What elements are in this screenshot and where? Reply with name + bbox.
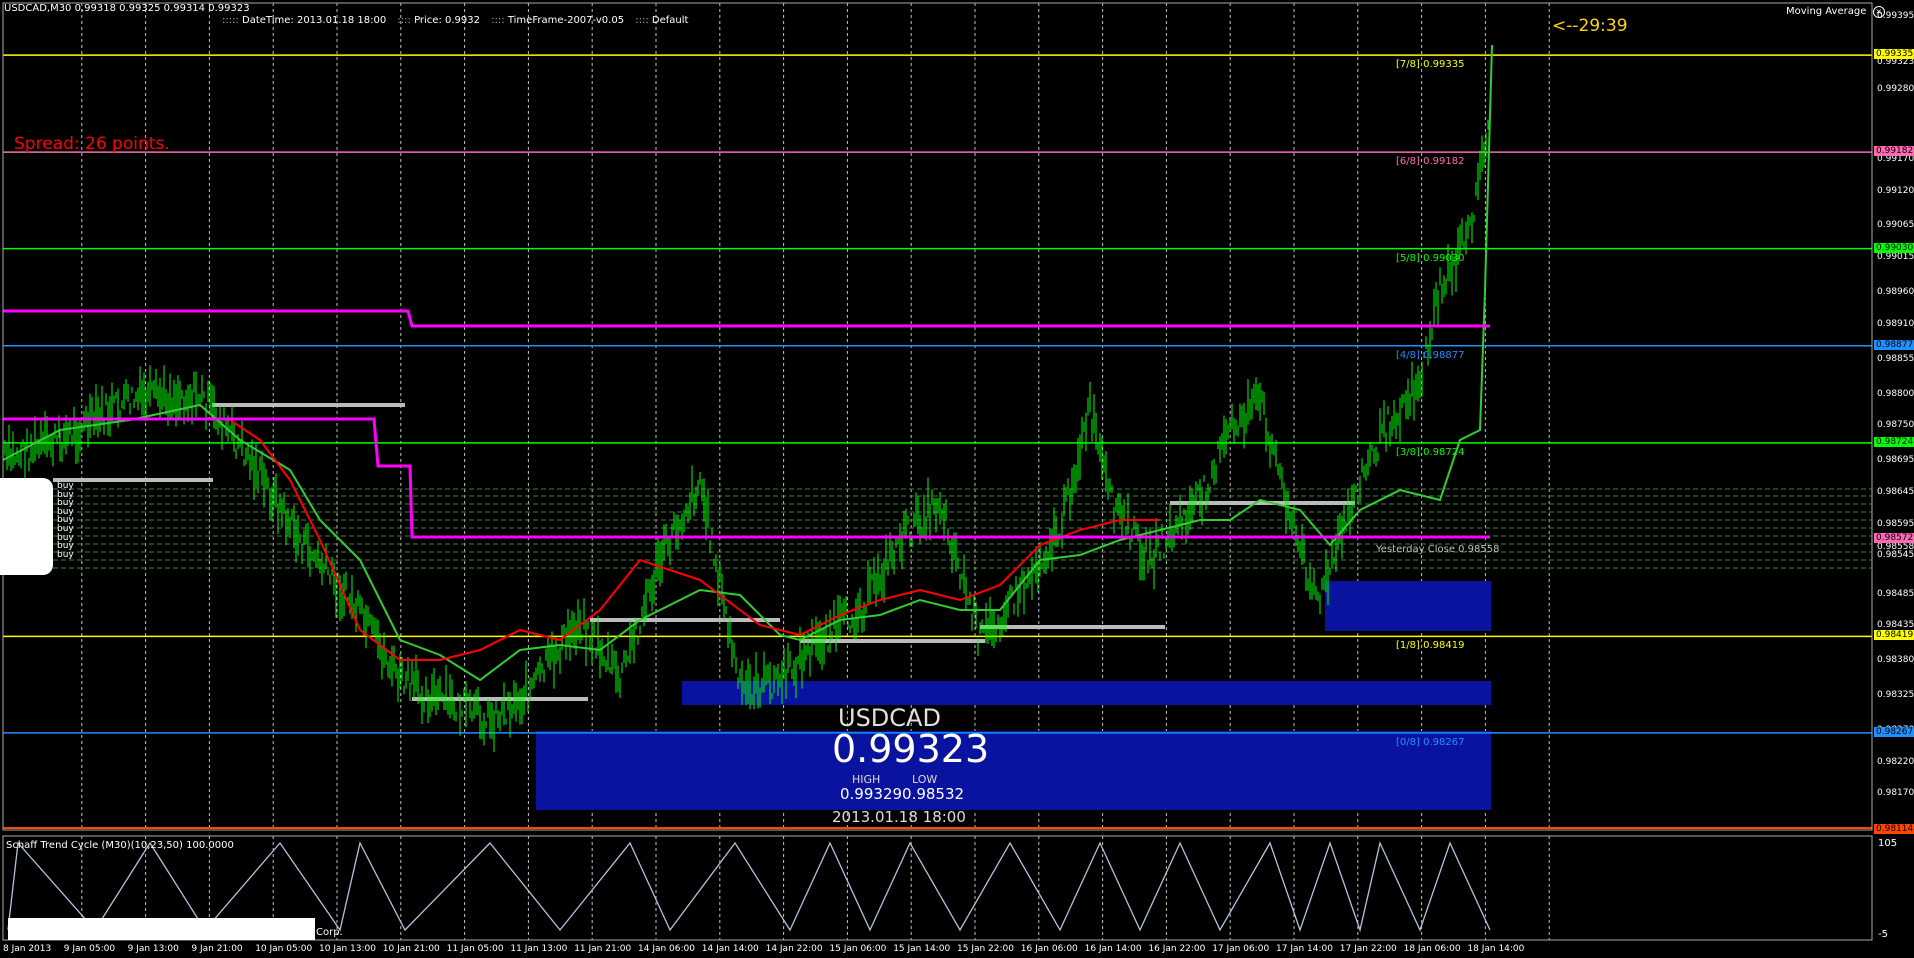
- info-high-low: 0.993290.98532: [840, 785, 965, 803]
- time-tick: 14 Jan 22:00: [765, 944, 823, 954]
- price-tag: 0.99335: [1874, 49, 1914, 60]
- price-tick: 0.98960: [1877, 287, 1914, 298]
- demand-zones: [536, 581, 1491, 810]
- price-tag: 0.99182: [1874, 146, 1914, 157]
- info-price: 0.99323: [832, 727, 990, 771]
- price-tick: 0.99395: [1877, 11, 1914, 21]
- moving-average-label[interactable]: Moving Average ×: [1786, 6, 1885, 18]
- time-tick: 10 Jan 13:00: [319, 944, 376, 954]
- time-tick: 17 Jan 14:00: [1276, 944, 1333, 954]
- time-tick: 18 Jan 14:00: [1467, 944, 1525, 954]
- price-tag: 0.98114: [1874, 824, 1914, 834]
- zone-1: [536, 731, 1491, 810]
- price-tick: 0.98800: [1877, 388, 1914, 399]
- price-tick: 0.98750: [1877, 420, 1914, 431]
- time-tick: 17 Jan 22:00: [1339, 944, 1397, 954]
- time-tick: 9 Jan 05:00: [63, 944, 116, 954]
- time-tick: 10 Jan 21:00: [382, 944, 440, 954]
- zone-3: [1325, 581, 1491, 631]
- price-tick: 0.99015: [1877, 252, 1914, 263]
- murrey-label: [5/8] 0.99030: [1396, 252, 1465, 264]
- stc-line: [7, 840, 1491, 933]
- moving-average-name: Moving Average: [1786, 6, 1867, 17]
- timeframe-label: TimeFrame-2007-v0.05: [507, 15, 625, 26]
- murrey-label: [6/8] 0.99182: [1396, 156, 1465, 168]
- price-tag: 0.99030: [1874, 242, 1914, 253]
- price-tag: 0.98724: [1874, 436, 1914, 447]
- price-tag: 0.98419: [1874, 630, 1914, 641]
- info-date: 2013.01.18 18:00: [832, 808, 966, 826]
- price-tick: 0.99280: [1877, 83, 1914, 94]
- price-tick: 0.98910: [1877, 318, 1914, 329]
- time-tick: 15 Jan 14:00: [893, 944, 951, 954]
- murrey-label: [3/8] 0.98724: [1396, 446, 1465, 458]
- time-tick: 15 Jan 06:00: [829, 944, 887, 954]
- price-tick: 0.98435: [1877, 620, 1914, 631]
- price-tick: 0.98855: [1877, 353, 1914, 364]
- time-tick: 15 Jan 22:00: [957, 944, 1014, 954]
- price-bars: [2, 93, 1491, 752]
- time-tick: 11 Jan 21:00: [574, 944, 632, 954]
- time-tick: 14 Jan 06:00: [638, 944, 695, 954]
- murrey-label: [1/8] 0.98419: [1396, 640, 1465, 652]
- symbol-timeframe: USDCAD,M30: [4, 3, 72, 14]
- time-tick: 16 Jan 14:00: [1084, 944, 1142, 954]
- price-tick: 0.98645: [1877, 486, 1914, 497]
- price-tick: 0.98595: [1877, 518, 1914, 529]
- price-tick: 0.99065: [1877, 220, 1914, 231]
- time-tick: 9 Jan 21:00: [191, 944, 243, 954]
- price-tick: 0.98220: [1877, 756, 1914, 767]
- masked-block-bottom: [8, 918, 315, 940]
- yesterday-close-label: Yesterday Close 0.98558: [1376, 544, 1500, 555]
- ma-green: [2, 44, 1493, 682]
- stc-indicator: [7, 840, 1491, 933]
- price-tick: 0.98695: [1877, 455, 1914, 466]
- price-tick: 0.98325: [1877, 690, 1914, 701]
- ohlc-values: 0.99318 0.99325 0.99314 0.99323: [74, 3, 250, 14]
- price-tick: 0.98170: [1877, 788, 1914, 799]
- ma-magenta-top: [3, 309, 1490, 328]
- time-tick: 8 Jan 2013: [3, 944, 52, 954]
- time-tick: 17 Jan 06:00: [1212, 944, 1270, 954]
- price-label: Price: 0.9932: [414, 15, 480, 26]
- ma-magenta-bottom: [3, 417, 1490, 539]
- time-tick: 11 Jan 13:00: [510, 944, 568, 954]
- price-tick: 0.98485: [1877, 588, 1914, 599]
- murrey-label: [7/8] 0.99335: [1396, 59, 1465, 71]
- time-tick: 10 Jan 05:00: [255, 944, 313, 954]
- murrey-label: [4/8] 0.98877: [1396, 349, 1465, 361]
- murrey-label: [0/8] 0.98267: [1396, 736, 1465, 748]
- time-tick: 16 Jan 06:00: [1020, 944, 1078, 954]
- price-tick: 0.99120: [1877, 185, 1914, 196]
- bar-countdown: <--29:39: [1552, 16, 1628, 36]
- time-tick: 18 Jan 06:00: [1403, 944, 1461, 954]
- time-tick: 14 Jan 14:00: [701, 944, 759, 954]
- zone-2: [682, 681, 1491, 705]
- symbol-header: USDCAD,M30 0.99318 0.99325 0.99314 0.993…: [4, 3, 250, 14]
- buy-label: buy: [57, 549, 74, 560]
- time-tick: 16 Jan 22:00: [1148, 944, 1206, 954]
- stc-scale-top: 105: [1878, 838, 1898, 849]
- stc-label: Schaff Trend Cycle (M30)(10,23,50) 100.0…: [6, 840, 234, 851]
- masked-block: [0, 478, 53, 575]
- price-tag: 0.98572: [1874, 533, 1914, 544]
- price-tag: 0.98267: [1874, 726, 1914, 737]
- spread-text: Spread: 26 points.: [14, 134, 170, 154]
- time-tick: 11 Jan 05:00: [446, 944, 504, 954]
- corp-label: Corp.: [316, 927, 343, 938]
- stc-scale-bottom: -5: [1878, 929, 1888, 940]
- moving-averages: [2, 44, 1493, 682]
- info-strip: ::::: DateTime: 2013.01.18 18:00 :::: Pr…: [222, 15, 689, 26]
- price-tag: 0.98877: [1874, 339, 1914, 350]
- price-tick: 0.98545: [1877, 550, 1914, 561]
- datetime-label: DateTime: 2013.01.18 18:00: [242, 15, 387, 26]
- default-label: Default: [651, 15, 689, 26]
- trading-terminal: USDCAD,M30 0.99318 0.99325 0.99314 0.993…: [0, 0, 1914, 958]
- price-tick: 0.98380: [1877, 655, 1914, 666]
- time-tick: 9 Jan 13:00: [127, 944, 179, 954]
